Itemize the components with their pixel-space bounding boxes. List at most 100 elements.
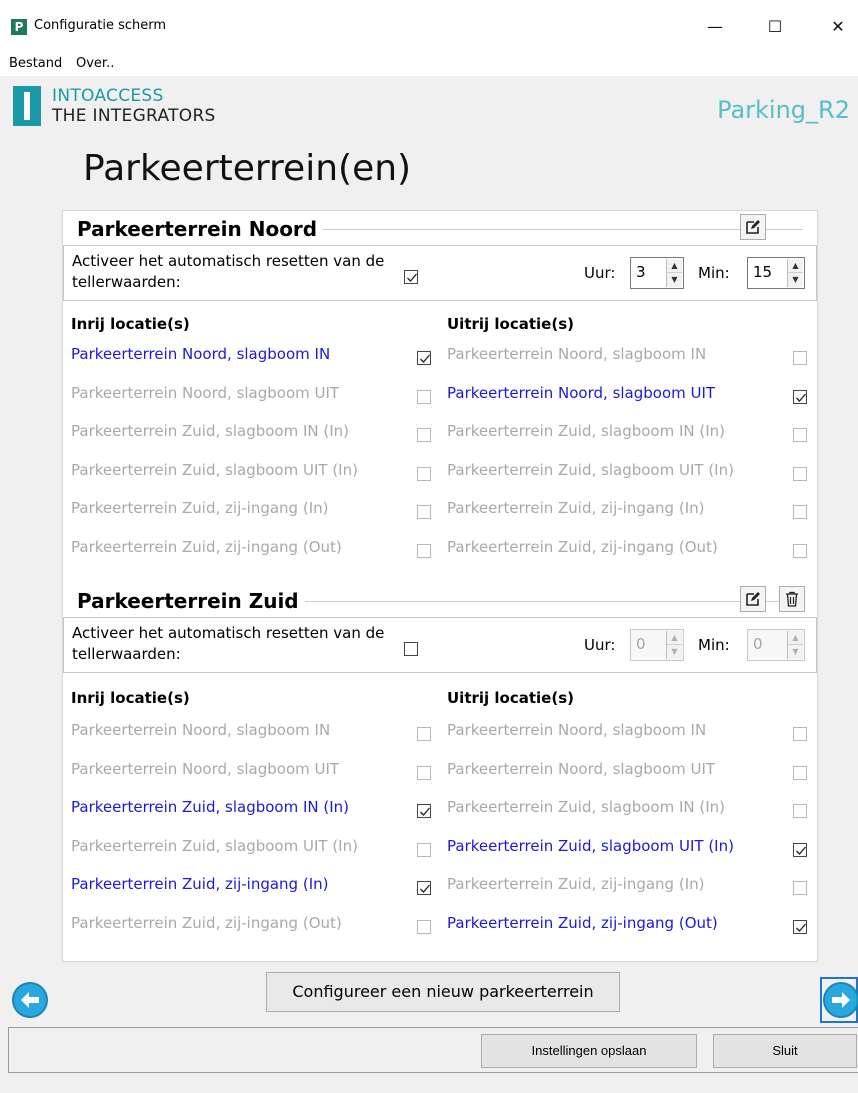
min-spinner[interactable]: 0 ▲ ▼ xyxy=(747,629,805,661)
out-location-checkbox[interactable] xyxy=(793,765,807,780)
out-location-label: Parkeerterrein Zuid, zij-ingang (Out) xyxy=(447,914,718,932)
out-location-checkbox[interactable] xyxy=(793,389,807,404)
out-location-checkbox[interactable] xyxy=(793,881,807,896)
parking-group-noord: Parkeerterrein Noord Activeer het automa… xyxy=(63,211,817,583)
spin-up-icon[interactable]: ▲ xyxy=(788,259,803,273)
min-value: 0 xyxy=(753,635,763,653)
in-location-label: Parkeerterrein Zuid, zij-ingang (In) xyxy=(71,499,329,518)
minimize-button[interactable]: — xyxy=(695,12,735,42)
out-location-checkbox[interactable] xyxy=(793,428,807,443)
out-location-checkbox[interactable] xyxy=(793,804,807,819)
uur-label: Uur: xyxy=(584,636,616,654)
in-location-checkbox[interactable] xyxy=(417,765,431,780)
out-location-label: Parkeerterrein Zuid, slagboom IN (In) xyxy=(447,798,726,817)
in-location-label: Parkeerterrein Noord, slagboom IN xyxy=(71,721,331,739)
arrow-right-icon[interactable] xyxy=(823,982,858,1018)
out-location-checkbox[interactable] xyxy=(793,466,807,481)
in-location-label: Parkeerterrein Zuid, slagboom IN (In) xyxy=(71,422,350,441)
app-icon: P xyxy=(11,19,27,35)
min-value: 15 xyxy=(753,263,773,281)
out-location-label: Parkeerterrein Noord, slagboom UIT xyxy=(447,759,716,778)
window-title: Configuratie scherm xyxy=(34,18,167,33)
in-location-checkbox[interactable] xyxy=(417,505,431,520)
in-location-label: Parkeerterrein Zuid, zij-ingang (Out) xyxy=(71,914,342,932)
spin-up-icon[interactable]: ▲ xyxy=(667,631,682,645)
window-titlebar: P Configuratie scherm — ☐ ✕ xyxy=(0,0,858,52)
out-location-label: Parkeerterrein Noord, slagboom IN xyxy=(447,721,707,739)
in-location-label: Parkeerterrein Zuid, slagboom UIT (In) xyxy=(71,460,358,479)
spin-down-icon[interactable]: ▼ xyxy=(667,273,682,287)
spin-down-icon[interactable]: ▼ xyxy=(667,645,682,659)
out-location-checkbox[interactable] xyxy=(793,920,807,934)
in-location-checkbox[interactable] xyxy=(417,466,431,481)
out-location-label: Parkeerterrein Noord, slagboom UIT xyxy=(447,383,716,402)
min-spinner[interactable]: 15 ▲ ▼ xyxy=(747,257,805,289)
in-location-checkbox[interactable] xyxy=(417,920,431,934)
out-location-label: Parkeerterrein Zuid, slagboom UIT (In) xyxy=(447,836,734,855)
save-settings-button[interactable]: Instellingen opslaan xyxy=(481,1034,697,1068)
out-location-label: Parkeerterrein Zuid, slagboom UIT (In) xyxy=(447,460,734,479)
out-location-checkbox[interactable] xyxy=(793,544,807,558)
uur-label: Uur: xyxy=(584,264,616,282)
arrow-left-icon[interactable] xyxy=(12,982,48,1018)
in-location-label: Parkeerterrein Zuid, zij-ingang (Out) xyxy=(71,538,342,556)
parking-group-zuid: Parkeerterrein Zuid Activeer het automat… xyxy=(63,583,817,961)
out-location-checkbox[interactable] xyxy=(793,351,807,365)
out-location-checkbox[interactable] xyxy=(793,842,807,857)
maximize-button[interactable]: ☐ xyxy=(755,12,795,42)
reset-label: Activeer het automatisch resetten van de… xyxy=(72,252,385,291)
in-location-label: Parkeerterrein Zuid, zij-ingang (In) xyxy=(71,875,329,894)
menu-over[interactable]: Over.. xyxy=(76,56,114,71)
in-location-checkbox[interactable] xyxy=(417,428,431,443)
in-location-checkbox[interactable] xyxy=(417,351,431,365)
in-location-checkbox[interactable] xyxy=(417,804,431,819)
reset-row: Activeer het automatisch resetten van de… xyxy=(63,245,817,301)
trash-icon[interactable] xyxy=(779,586,805,612)
min-label: Min: xyxy=(698,636,730,654)
uur-spinner[interactable]: 0 ▲ ▼ xyxy=(630,629,684,661)
page-title: Parkeerterrein(en) xyxy=(83,148,412,189)
in-locations-header: Inrij locatie(s) xyxy=(71,689,190,707)
spin-up-icon[interactable]: ▲ xyxy=(788,631,803,645)
out-location-checkbox[interactable] xyxy=(793,727,807,741)
in-location-checkbox[interactable] xyxy=(417,727,431,741)
in-location-checkbox[interactable] xyxy=(417,881,431,896)
configure-new-parking-button[interactable]: Configureer een nieuw parkeerterrein xyxy=(266,972,620,1012)
edit-icon[interactable] xyxy=(740,586,766,612)
out-location-checkbox[interactable] xyxy=(793,505,807,520)
parking-lots-panel: Parkeerterrein Noord Activeer het automa… xyxy=(62,210,818,962)
edit-icon[interactable] xyxy=(740,214,766,240)
uur-value: 3 xyxy=(636,263,646,281)
spin-down-icon[interactable]: ▼ xyxy=(788,273,803,287)
min-label: Min: xyxy=(698,264,730,282)
reset-checkbox[interactable] xyxy=(404,270,418,284)
bottom-button-bar: Instellingen opslaan Sluit xyxy=(8,1027,858,1073)
close-window-button[interactable]: ✕ xyxy=(818,12,858,42)
out-locations-header: Uitrij locatie(s) xyxy=(447,689,574,707)
reset-row: Activeer het automatisch resetten van de… xyxy=(63,617,817,673)
in-location-checkbox[interactable] xyxy=(417,544,431,558)
group-title: Parkeerterrein Zuid xyxy=(77,589,305,613)
in-location-label: Parkeerterrein Noord, slagboom UIT xyxy=(71,383,340,402)
out-location-label: Parkeerterrein Noord, slagboom IN xyxy=(447,345,707,363)
in-location-label: Parkeerterrein Noord, slagboom UIT xyxy=(71,759,340,778)
in-locations-header: Inrij locatie(s) xyxy=(71,315,190,333)
in-location-checkbox[interactable] xyxy=(417,842,431,857)
spin-down-icon[interactable]: ▼ xyxy=(788,645,803,659)
in-location-label: Parkeerterrein Zuid, slagboom IN (In) xyxy=(71,798,350,817)
in-location-label: Parkeerterrein Zuid, slagboom UIT (In) xyxy=(71,836,358,855)
reset-checkbox[interactable] xyxy=(404,642,418,656)
menu-bar: Bestand Over.. xyxy=(0,52,858,76)
uur-value: 0 xyxy=(636,635,646,653)
brand-line-1: INTOACCESS xyxy=(52,86,164,106)
app-name: Parking_R2 xyxy=(717,96,850,124)
in-location-label: Parkeerterrein Noord, slagboom IN xyxy=(71,345,331,363)
uur-spinner[interactable]: 3 ▲ ▼ xyxy=(630,257,684,289)
out-location-label: Parkeerterrein Zuid, zij-ingang (In) xyxy=(447,499,705,518)
reset-label: Activeer het automatisch resetten van de… xyxy=(72,624,385,663)
close-button[interactable]: Sluit xyxy=(713,1034,857,1068)
menu-bestand[interactable]: Bestand xyxy=(9,56,62,71)
in-location-checkbox[interactable] xyxy=(417,389,431,404)
spin-up-icon[interactable]: ▲ xyxy=(667,259,682,273)
out-locations-header: Uitrij locatie(s) xyxy=(447,315,574,333)
